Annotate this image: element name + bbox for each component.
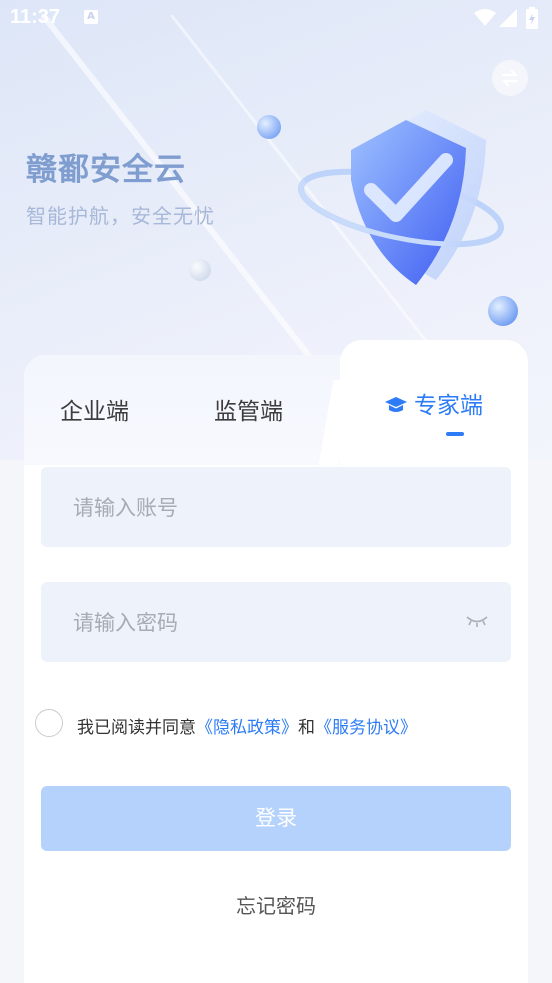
tab-indicator: [446, 432, 464, 436]
tab-expert[interactable]: 专家端: [384, 386, 483, 420]
login-button[interactable]: 登录: [41, 786, 511, 851]
bubble-decoration: [189, 259, 211, 281]
tab-expert-label: 专家端: [414, 393, 483, 419]
switch-env-icon[interactable]: [492, 60, 528, 96]
privacy-policy-link[interactable]: 《隐私政策》: [196, 718, 298, 738]
app-title: 赣鄱安全云: [26, 152, 186, 188]
shield-illustration-icon: [298, 110, 504, 285]
graduation-cap-icon: [385, 397, 407, 412]
service-agreement-link[interactable]: 《服务协议》: [315, 718, 417, 738]
password-field: [41, 582, 511, 664]
status-bar: 11:37 A: [0, 0, 552, 36]
wifi-icon: [474, 9, 496, 26]
password-input[interactable]: [71, 582, 455, 664]
account-input[interactable]: [71, 467, 455, 549]
bubble-decoration: [488, 296, 518, 326]
eye-closed-icon[interactable]: [465, 614, 489, 628]
tab-regulator[interactable]: 监管端: [214, 392, 283, 426]
agreement-text: 我已阅读并同意《隐私政策》和《服务协议》: [77, 713, 417, 738]
bubble-decoration: [257, 115, 281, 139]
tab-enterprise[interactable]: 企业端: [60, 392, 129, 426]
status-time: 11:37: [10, 6, 61, 28]
agreement-checkbox[interactable]: [35, 709, 63, 737]
agreement-and: 和: [298, 718, 315, 738]
forgot-password-link[interactable]: 忘记密码: [0, 890, 552, 919]
signal-icon: [499, 9, 517, 27]
notification-a-icon: A: [84, 10, 98, 24]
app-slogan: 智能护航，安全无忧: [26, 204, 215, 228]
agreement-prefix: 我已阅读并同意: [77, 718, 196, 738]
account-field: [41, 467, 511, 549]
battery-icon: [526, 7, 538, 29]
